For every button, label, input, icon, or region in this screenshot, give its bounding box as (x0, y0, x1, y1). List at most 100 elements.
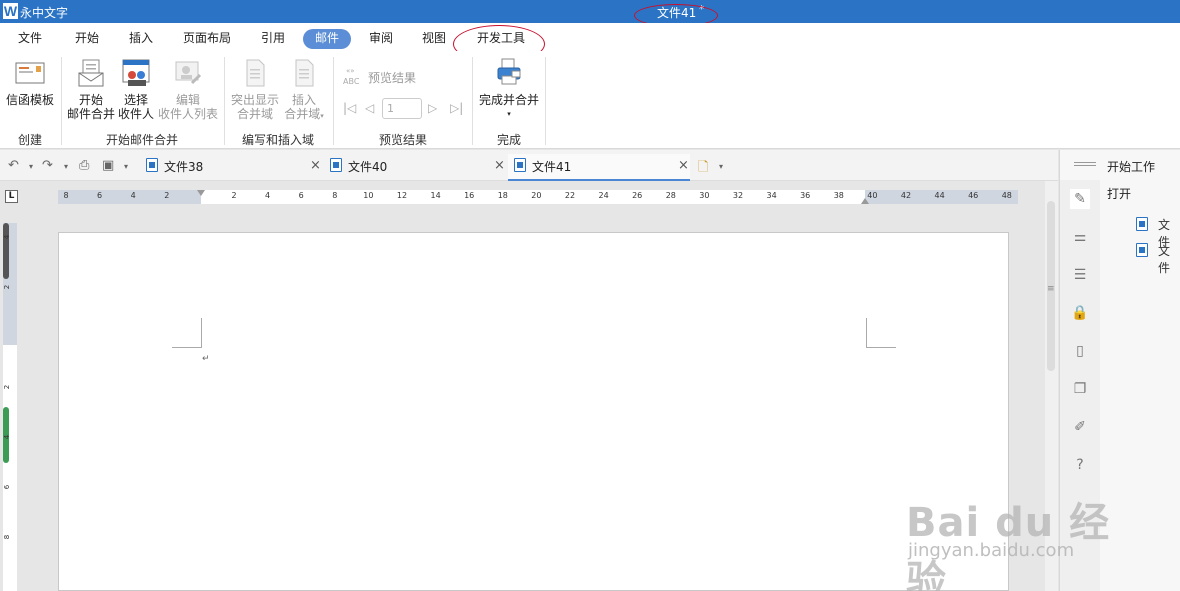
ruler-tick-label: 44 (934, 191, 945, 200)
print-preview-icon[interactable]: ⎙ (79, 158, 89, 173)
edit-recipients-label-1: 编辑 (175, 93, 200, 107)
new-tab-dropdown-icon[interactable]: ▾ (719, 162, 723, 171)
close-icon[interactable]: × (494, 158, 505, 173)
edit-recipient-list-button[interactable]: 编辑 收件人列表 (157, 57, 219, 121)
ruler-tick-label: 6 (298, 191, 304, 200)
start-mail-merge-button[interactable]: 开始 邮件合并 (64, 57, 118, 121)
recent-file-item[interactable]: 文件 (1136, 241, 1180, 275)
document-icon (1136, 217, 1148, 231)
help-icon[interactable]: ? (1070, 455, 1090, 475)
tab-stop-selector[interactable]: L (5, 190, 18, 203)
tab-references[interactable]: 引用 (257, 29, 289, 49)
editor-workspace: L 8 6 4 2 2 4 6 8 10 12 14 16 18 20 22 24 26 28 30 32 34 36 38… (0, 181, 1058, 591)
dropdown-arrow-icon: ▾ (320, 112, 324, 120)
open-section-label: 打开 (1107, 187, 1132, 201)
document-icon (146, 158, 158, 172)
mail-merge-icon (78, 59, 104, 87)
record-number-input[interactable]: 1 (382, 98, 422, 119)
ruler-tick-label: 8 (63, 191, 69, 200)
ribbon-separator (61, 57, 62, 145)
ruler-tick-label: 28 (665, 191, 676, 200)
letter-template-label: 信函模板 (5, 93, 54, 107)
start-merge-label-2: 邮件合并 (66, 107, 115, 121)
undo-dropdown-icon[interactable]: ▾ (29, 162, 33, 171)
undo-icon[interactable]: ↶ (8, 158, 19, 173)
ruler-tick-label: 2 (164, 191, 170, 200)
tab-home[interactable]: 开始 (71, 29, 103, 49)
tab-page-layout[interactable]: 页面布局 (178, 29, 236, 49)
pane-handle-icon[interactable] (1074, 162, 1096, 166)
finish-merge-dropdown-icon: ▾ (507, 110, 511, 118)
recent-file-item[interactable]: 文件 (1136, 215, 1180, 249)
redo-icon[interactable]: ↷ (42, 158, 53, 173)
start-merge-label-1: 开始 (78, 93, 103, 107)
doc-tab-file40[interactable]: 文件40 × (324, 154, 508, 181)
ruler-tick-label: 38 (833, 191, 844, 200)
pencil-icon[interactable]: ✎ (1070, 189, 1090, 209)
letter-template-button[interactable]: 信函模板 (4, 57, 56, 107)
finish-merge-button[interactable]: 完成并合并 ▾ (476, 57, 542, 121)
document-page[interactable]: ↵ (58, 232, 1009, 591)
menu-bar: 文件 开始 插入 页面布局 引用 邮件 审阅 视图 开发工具 (0, 23, 1180, 51)
save-icon[interactable]: ▣ (102, 158, 114, 173)
outline-icon[interactable]: ☰ (1070, 265, 1090, 285)
paragraph-mark: ↵ (202, 354, 210, 364)
redo-dropdown-icon[interactable]: ▾ (64, 162, 68, 171)
ribbon: 信函模板 创建 开始 邮件合并 选择 收件人 编辑 收件人列表 开始邮件合并 突… (0, 51, 1180, 149)
ruler-tick-label: 40 (867, 191, 878, 200)
first-record-button[interactable]: |◁ (343, 101, 356, 115)
ruler-tick-label: 36 (800, 191, 811, 200)
doc-tab-file38[interactable]: 文件38 × (140, 154, 324, 181)
lock-icon[interactable]: 🔒 (1070, 303, 1090, 323)
new-document-icon[interactable]: 🗋 (698, 158, 708, 180)
svg-text:ABC: ABC (343, 77, 360, 86)
close-icon[interactable]: × (678, 158, 689, 173)
vertical-scrollbar[interactable]: ≡ (1045, 181, 1058, 591)
tab-review[interactable]: 审阅 (365, 29, 397, 49)
tab-file[interactable]: 文件 (14, 29, 46, 49)
insert-merge-field-button[interactable]: 插入 合并域▾ (280, 57, 328, 123)
ruler-tick-label: 24 (598, 191, 609, 200)
prev-record-button[interactable]: ◁ (365, 101, 374, 115)
ruler-tick-label: 12 (396, 191, 408, 200)
tab-insert[interactable]: 插入 (125, 29, 157, 49)
app-logo-icon: W (3, 3, 18, 19)
abc-preview-icon: «» ABC (343, 67, 360, 86)
preview-results-label: 预览结果 (368, 71, 417, 85)
copy-icon[interactable]: ❐ (1070, 379, 1090, 399)
ruler-tick-label: 2 (231, 191, 237, 200)
finish-merge-label: 完成并合并 (478, 93, 539, 107)
next-record-button[interactable]: ▷ (428, 101, 437, 115)
close-icon[interactable]: × (310, 158, 321, 173)
tab-view[interactable]: 视图 (418, 29, 450, 49)
edit-icon[interactable]: ✐ (1070, 417, 1090, 437)
ruler-tick-label: 4 (130, 191, 136, 200)
sliders-icon[interactable]: ⚌ (1070, 227, 1090, 247)
tab-mailings[interactable]: 邮件 (303, 29, 351, 49)
app-name: 永中文字 (20, 6, 69, 20)
preview-results-button[interactable]: «» ABC 预览结果 (340, 67, 420, 87)
quick-access-dropdown-icon[interactable]: ▾ (124, 162, 128, 171)
vertical-ruler[interactable]: 4 2 2 4 6 8 (3, 223, 17, 591)
ruler-tick-label: 16 (464, 191, 475, 200)
doc-tab-file41[interactable]: 文件41 × (508, 154, 690, 181)
indent-marker-icon[interactable] (197, 190, 205, 204)
insert-field-icon (295, 59, 314, 87)
ruler-tick-label: 8 (332, 191, 338, 200)
clipboard-icon[interactable]: ▯ (1070, 341, 1090, 361)
group-label-create: 创建 (17, 133, 42, 147)
select-recipients-button[interactable]: 选择 收件人 (116, 57, 156, 121)
svg-text:«»: «» (346, 67, 355, 75)
crop-mark-top-right (866, 318, 896, 348)
document-icon (1136, 243, 1148, 257)
ruler-tick-label: 32 (732, 191, 744, 200)
horizontal-ruler[interactable]: 8 6 4 2 2 4 6 8 10 12 14 16 18 20 22 24 26 28 30 32 34 36 38 40… (58, 190, 1018, 204)
tab-developer[interactable]: 开发工具 (471, 29, 531, 49)
highlight-merge-fields-button[interactable]: 突出显示 合并域 (228, 57, 282, 121)
ruler-tick-label: 20 (531, 191, 542, 200)
highlight-fields-label-2: 合并域 (236, 107, 273, 121)
ruler-tick-label: 18 (497, 191, 508, 200)
vruler-tick-label: 6 (3, 484, 12, 490)
last-record-button[interactable]: ▷| (450, 101, 463, 115)
ruler-tick-label: 14 (430, 191, 441, 200)
